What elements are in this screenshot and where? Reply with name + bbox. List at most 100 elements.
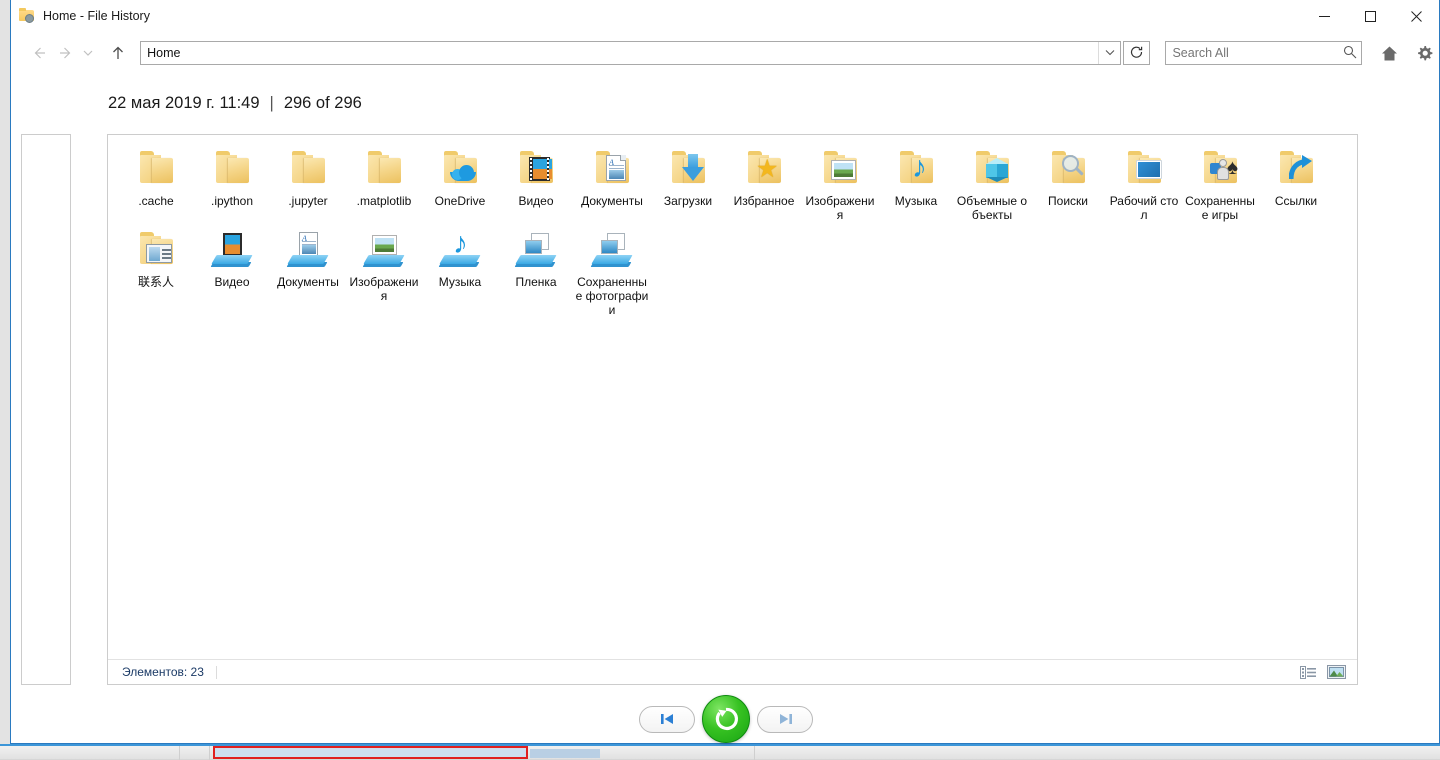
content-pane[interactable]: .cache .ipython .jupyter .matplotlib OneDriv… (107, 134, 1358, 685)
library-shape (590, 232, 633, 268)
file-item[interactable]: A Документы (270, 222, 346, 317)
minimize-button[interactable] (1301, 0, 1347, 32)
recent-locations-button[interactable] (79, 39, 96, 67)
file-item-label: Сохраненные игры (1185, 194, 1255, 222)
library-shape (514, 232, 557, 268)
version-timestamp: 22 мая 2019 г. 11:49 (108, 94, 260, 112)
file-item-label: Загрузки (663, 194, 713, 208)
large-icons-view-button[interactable] (1326, 663, 1347, 681)
file-item[interactable]: .ipython (194, 141, 270, 222)
file-item[interactable]: Ссылки (1258, 141, 1334, 222)
file-item[interactable]: ♪ Музыка (422, 222, 498, 317)
search-box[interactable] (1165, 41, 1362, 65)
details-view-button[interactable] (1298, 663, 1319, 681)
file-item[interactable]: Изображения (346, 222, 422, 317)
library-shape: A (286, 232, 329, 268)
photos-icon (524, 233, 550, 256)
library-shape: ♪ (438, 229, 481, 268)
background-cell (180, 745, 210, 760)
home-button[interactable] (1375, 38, 1404, 68)
chevron-down-icon (1105, 50, 1115, 56)
file-item[interactable]: OneDrive (422, 141, 498, 222)
window-controls (1301, 0, 1439, 32)
file-item-label: .ipython (210, 194, 254, 208)
file-item-label: .jupyter (288, 194, 328, 208)
file-item[interactable]: .cache (118, 141, 194, 222)
folder-icon (284, 149, 332, 189)
games-icon: ♠ (1210, 155, 1238, 182)
file-item[interactable]: ♪ Музыка (878, 141, 954, 222)
library-documents-icon: A (284, 230, 332, 270)
file-item[interactable]: Загрузки (650, 141, 726, 222)
navigation-toolbar: Home (11, 32, 1439, 74)
file-item[interactable]: Сохраненные фотографии (574, 222, 650, 317)
folder-history-icon (19, 8, 35, 24)
file-item[interactable]: A Документы (574, 141, 650, 222)
forward-button[interactable] (52, 39, 79, 67)
folder-icon (208, 149, 256, 189)
file-item-label: 联系人 (137, 275, 174, 289)
file-item[interactable]: Рабочий стол (1106, 141, 1182, 222)
file-item[interactable]: 联系人 (118, 222, 194, 317)
file-item[interactable]: Пленка (498, 222, 574, 317)
file-item-label: Видео (214, 275, 250, 289)
file-item[interactable]: Объемные объекты (954, 141, 1030, 222)
file-item-label: Объемные объекты (956, 194, 1028, 222)
file-item-label: Документы (581, 194, 643, 208)
file-item[interactable]: ♠ Сохраненные игры (1182, 141, 1258, 222)
transport-controls (11, 694, 1440, 744)
folder-shape (292, 151, 325, 184)
library-videos-icon (208, 230, 256, 270)
details-view-icon (1300, 665, 1316, 679)
download-arrow-icon (682, 154, 704, 182)
address-bar[interactable]: Home (140, 41, 1122, 65)
close-icon (1410, 10, 1422, 22)
items-grid: .cache .ipython .jupyter .matplotlib OneDriv… (118, 141, 1348, 317)
file-item[interactable]: ★ Избранное (726, 141, 802, 222)
document-icon: A (299, 232, 318, 256)
restore-button[interactable] (702, 695, 750, 743)
close-button[interactable] (1393, 0, 1439, 32)
settings-button[interactable] (1410, 38, 1439, 68)
3d-cube-icon (986, 158, 1008, 182)
folder-favorites-icon: ★ (740, 149, 788, 189)
arrow-left-icon (34, 47, 45, 59)
background-highlighted-row (213, 746, 528, 759)
search-icon[interactable] (1339, 45, 1361, 62)
address-input[interactable]: Home (141, 46, 1098, 60)
up-button[interactable] (105, 39, 132, 67)
star-icon: ★ (756, 155, 779, 183)
maximize-button[interactable] (1347, 0, 1393, 32)
file-item[interactable]: .matplotlib (346, 141, 422, 222)
file-item-label: Поиски (1048, 194, 1088, 208)
version-position: 296 of 296 (283, 94, 362, 112)
arrow-up-icon (113, 46, 124, 59)
refresh-button[interactable] (1123, 41, 1151, 65)
navigation-pane[interactable] (21, 134, 71, 685)
file-item[interactable]: Видео (498, 141, 574, 222)
title-bar[interactable]: Home - File History (11, 0, 1439, 32)
file-item[interactable]: Поиски (1030, 141, 1106, 222)
maximize-icon (1364, 10, 1376, 22)
file-item-label: Видео (518, 194, 554, 208)
header-separator: | (269, 94, 274, 112)
library-camera-roll-icon (512, 230, 560, 270)
file-item[interactable]: Изображения (802, 141, 878, 222)
item-count-label: Элементов: 23 (122, 665, 204, 679)
file-item[interactable]: .jupyter (270, 141, 346, 222)
file-item-label: Пленка (515, 275, 557, 289)
search-input[interactable] (1166, 45, 1339, 61)
file-item-label: Музыка (438, 275, 482, 289)
magnifier-icon (1062, 155, 1086, 181)
library-music-icon: ♪ (436, 229, 484, 270)
restore-circular-arrow-icon (715, 707, 738, 731)
window-title: Home - File History (43, 9, 150, 23)
status-bar: Элементов: 23 (108, 659, 1357, 684)
photos-icon (600, 233, 626, 256)
next-version-button[interactable] (757, 705, 813, 733)
back-button[interactable] (25, 39, 52, 67)
file-item[interactable]: Видео (194, 222, 270, 317)
address-dropdown-icon[interactable] (1098, 42, 1120, 64)
contact-card-icon (146, 244, 172, 263)
previous-version-button[interactable] (639, 705, 695, 733)
